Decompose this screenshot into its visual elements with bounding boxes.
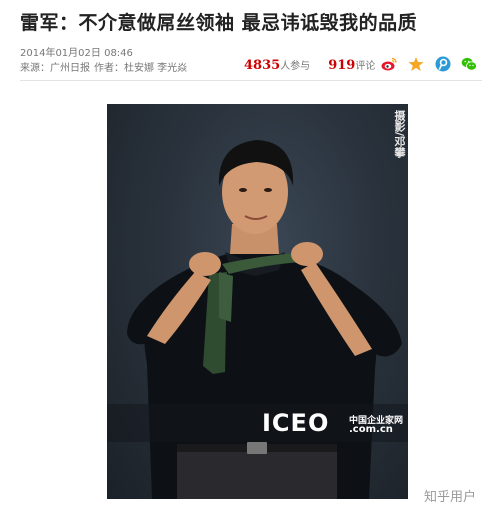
- article-headline: 雷军：不介意做屌丝领袖 最忌讳诋毁我的品质: [20, 12, 418, 34]
- wechat-icon[interactable]: [461, 56, 477, 72]
- author-label: 作者：: [94, 63, 124, 74]
- article-photo: 摄影/邓攀 ICEO 中国企业家网 .com.cn: [107, 104, 408, 499]
- iceo-logo: ICEO: [262, 409, 330, 437]
- photo-credit: 摄影/邓攀: [393, 110, 406, 159]
- participant-count[interactable]: 4835: [244, 58, 280, 73]
- participant-label: 人参与: [280, 61, 311, 72]
- zhihu-watermark: 知乎用户: [424, 490, 477, 505]
- qzone-star-icon[interactable]: [408, 56, 424, 72]
- source-link[interactable]: 广州日报: [50, 63, 90, 74]
- comment-count[interactable]: 919: [328, 58, 355, 73]
- source-line: 来源：广州日报 作者：杜安娜 李光焱: [20, 59, 187, 74]
- article-stats: 4835人参与 919评论: [244, 57, 375, 73]
- header-divider: [20, 80, 482, 81]
- weibo-icon[interactable]: [381, 56, 397, 72]
- author-names: 杜安娜 李光焱: [124, 63, 188, 74]
- comment-label: 评论: [355, 61, 376, 72]
- source-label: 来源：: [20, 63, 50, 74]
- brand-url: .com.cn: [349, 424, 393, 435]
- publish-date: 2014年01月02日 08:46: [20, 48, 133, 59]
- tencent-weibo-icon[interactable]: [435, 56, 451, 72]
